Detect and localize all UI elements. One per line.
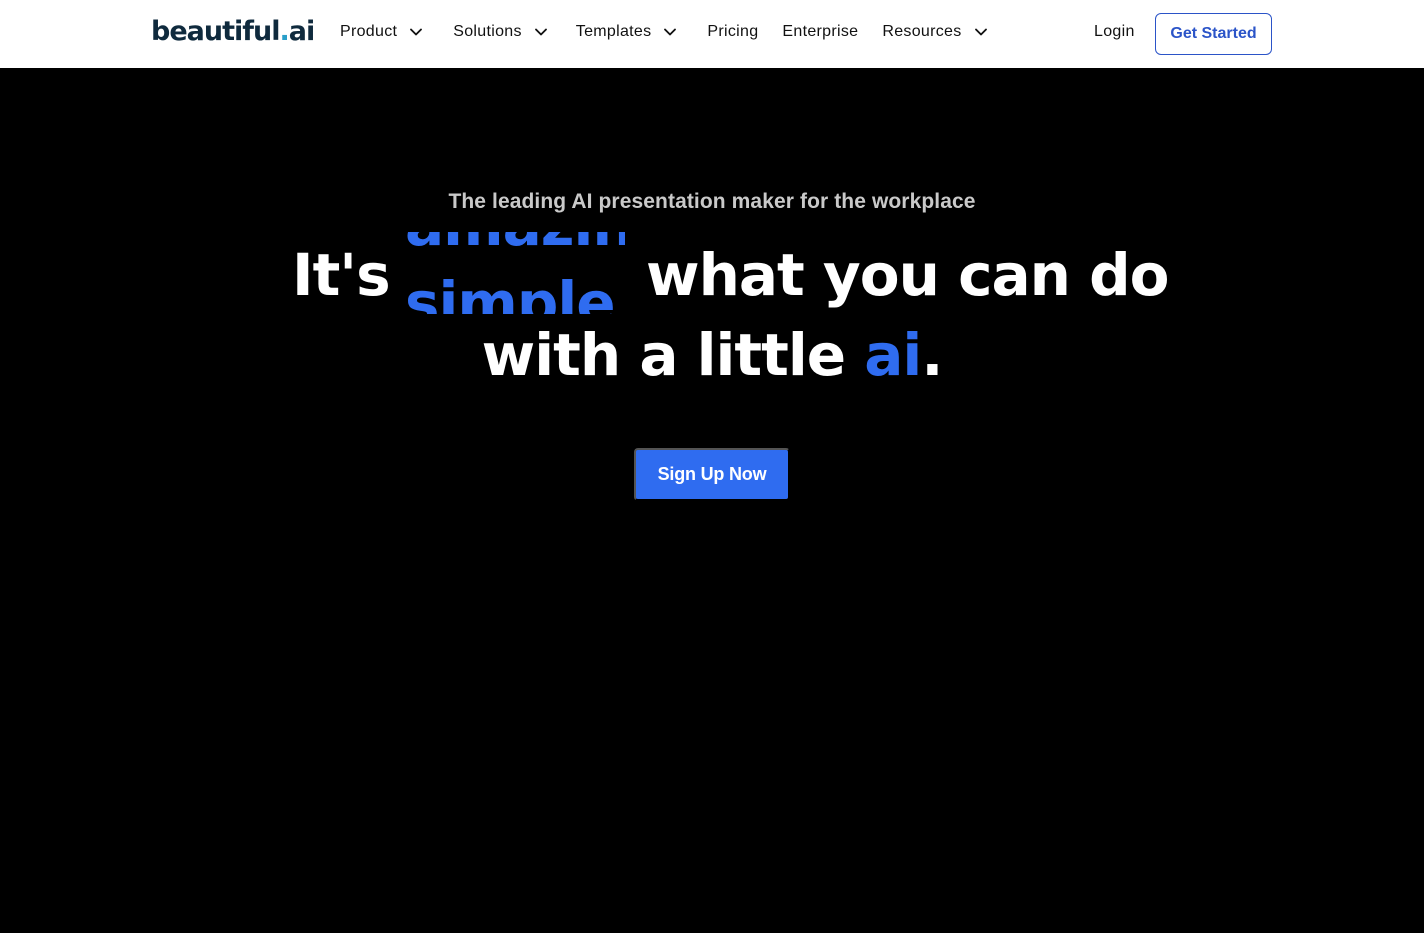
nav-item-enterprise[interactable]: Enterprise	[782, 23, 858, 41]
nav-item-solutions[interactable]: Solutions	[453, 23, 548, 41]
chevron-down-icon	[534, 25, 548, 39]
headline-suffix: what you can do	[646, 241, 1169, 309]
logo-text-main: beautiful	[151, 16, 280, 47]
nav-item-resources[interactable]: Resources	[882, 23, 987, 41]
rotating-word-current: simple	[405, 269, 616, 314]
nav-item-label: Enterprise	[782, 23, 859, 40]
nav-item-label: Pricing	[707, 23, 759, 40]
logo-text-suffix: ai	[288, 16, 316, 47]
nav-item-label: Solutions	[453, 23, 522, 40]
headline-prefix: It's	[292, 241, 391, 309]
nav-item-pricing[interactable]: Pricing	[707, 23, 758, 41]
main-nav: Product Solutions Templates Pricing Ente…	[340, 0, 988, 64]
nav-item-templates[interactable]: Templates	[576, 23, 678, 41]
headline-line-2: with a little ai.	[0, 320, 1424, 390]
nav-item-product[interactable]: Product	[340, 23, 423, 41]
chevron-down-icon	[409, 25, 423, 39]
headline-ai-highlight: ai	[864, 321, 922, 389]
login-link[interactable]: Login	[1094, 22, 1135, 42]
get-started-button[interactable]: Get Started	[1155, 13, 1272, 55]
headline-period: .	[921, 321, 943, 389]
nav-item-label: Templates	[575, 23, 652, 40]
headline-line-2-text: with a little	[481, 321, 846, 389]
top-navbar: beautiful.ai Product Solutions Templates…	[0, 0, 1424, 68]
rotating-word-container: amazin simple	[405, 232, 625, 314]
logo-dot: .	[279, 16, 289, 47]
nav-item-label: Resources	[882, 23, 962, 40]
beautiful-ai-logo[interactable]: beautiful.ai	[151, 14, 316, 50]
chevron-down-icon	[663, 25, 677, 39]
nav-item-label: Product	[340, 23, 398, 40]
chevron-down-icon	[974, 25, 988, 39]
sign-up-now-button[interactable]: Sign Up Now	[634, 448, 790, 501]
rotating-word-previous: amazin	[405, 232, 625, 260]
hero-tagline: The leading AI presentation maker for th…	[448, 190, 976, 213]
